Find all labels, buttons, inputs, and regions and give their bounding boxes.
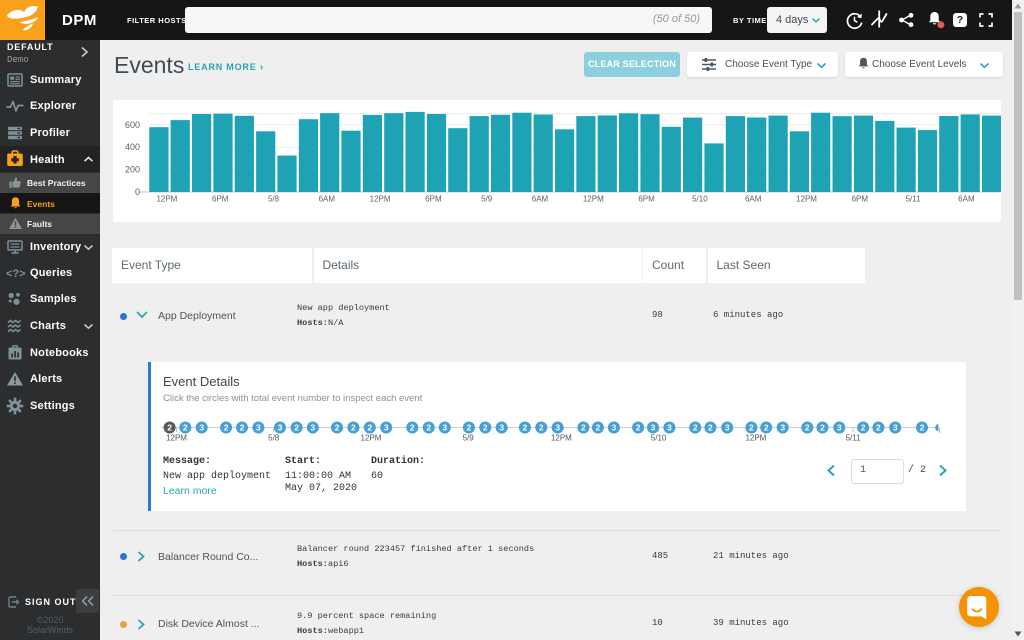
svg-text:3: 3 xyxy=(651,423,656,433)
svg-text:200: 200 xyxy=(125,165,140,175)
svg-text:6PM: 6PM xyxy=(425,195,442,204)
svg-text:2: 2 xyxy=(410,423,415,433)
svg-text:0: 0 xyxy=(135,187,140,197)
svg-text:5/8: 5/8 xyxy=(268,195,280,204)
svg-text:3: 3 xyxy=(310,423,315,433)
svg-text:3: 3 xyxy=(667,423,672,433)
svg-text:3: 3 xyxy=(442,423,447,433)
svg-text:3: 3 xyxy=(384,423,389,433)
svg-text:2: 2 xyxy=(805,423,810,433)
svg-text:<?>: <?> xyxy=(6,268,26,280)
svg-text:2: 2 xyxy=(367,423,372,433)
svg-text:12PM: 12PM xyxy=(166,434,187,443)
svg-text:2: 2 xyxy=(920,423,925,433)
svg-text:6PM: 6PM xyxy=(638,195,655,204)
svg-text:2: 2 xyxy=(876,423,881,433)
svg-text:2: 2 xyxy=(523,423,528,433)
svg-text:5/9: 5/9 xyxy=(463,434,475,443)
svg-text:3: 3 xyxy=(499,423,504,433)
svg-text:2: 2 xyxy=(183,423,188,433)
svg-text:3: 3 xyxy=(612,423,617,433)
svg-text:2: 2 xyxy=(224,423,229,433)
svg-text:2: 2 xyxy=(240,423,245,433)
svg-text:2: 2 xyxy=(581,423,586,433)
svg-text:12PM: 12PM xyxy=(361,434,382,443)
svg-text:3: 3 xyxy=(780,423,785,433)
svg-text:12PM: 12PM xyxy=(745,434,766,443)
svg-text:5/10: 5/10 xyxy=(651,434,667,443)
svg-text:6AM: 6AM xyxy=(958,195,975,204)
svg-text:400: 400 xyxy=(125,142,140,152)
svg-text:6PM: 6PM xyxy=(852,195,869,204)
svg-text:3: 3 xyxy=(278,423,283,433)
svg-text:2: 2 xyxy=(483,423,488,433)
svg-text:2: 2 xyxy=(351,423,356,433)
svg-text:3: 3 xyxy=(199,423,204,433)
svg-text:2: 2 xyxy=(467,423,472,433)
svg-text:5/10: 5/10 xyxy=(692,195,708,204)
svg-text:12PM: 12PM xyxy=(370,195,391,204)
svg-text:2: 2 xyxy=(820,423,825,433)
svg-text:5/9: 5/9 xyxy=(481,195,493,204)
svg-text:2: 2 xyxy=(636,423,641,433)
svg-text:2: 2 xyxy=(167,423,172,433)
svg-text:2: 2 xyxy=(764,423,769,433)
svg-text:6AM: 6AM xyxy=(319,195,336,204)
svg-text:6AM: 6AM xyxy=(745,195,762,204)
svg-text:6PM: 6PM xyxy=(212,195,229,204)
svg-text:2: 2 xyxy=(294,423,299,433)
svg-text:2: 2 xyxy=(693,423,698,433)
svg-text:5/11: 5/11 xyxy=(846,434,862,443)
svg-text:3: 3 xyxy=(725,423,730,433)
svg-text:2: 2 xyxy=(708,423,713,433)
svg-text:5/11: 5/11 xyxy=(906,195,922,204)
svg-text:5/8: 5/8 xyxy=(268,434,280,443)
svg-text:2: 2 xyxy=(861,423,866,433)
svg-text:3: 3 xyxy=(893,423,898,433)
svg-text:2: 2 xyxy=(749,423,754,433)
svg-text:2: 2 xyxy=(335,423,340,433)
svg-text:2: 2 xyxy=(539,423,544,433)
svg-text:12PM: 12PM xyxy=(156,195,177,204)
svg-text:3: 3 xyxy=(837,423,842,433)
svg-text:600: 600 xyxy=(125,120,140,130)
svg-text:2: 2 xyxy=(596,423,601,433)
svg-text:2: 2 xyxy=(426,423,431,433)
svg-text:3: 3 xyxy=(555,423,560,433)
svg-text:6AM: 6AM xyxy=(532,195,549,204)
svg-text:12PM: 12PM xyxy=(583,195,604,204)
svg-text:12PM: 12PM xyxy=(551,434,572,443)
svg-text:12PM: 12PM xyxy=(796,195,817,204)
svg-text:3: 3 xyxy=(256,423,261,433)
